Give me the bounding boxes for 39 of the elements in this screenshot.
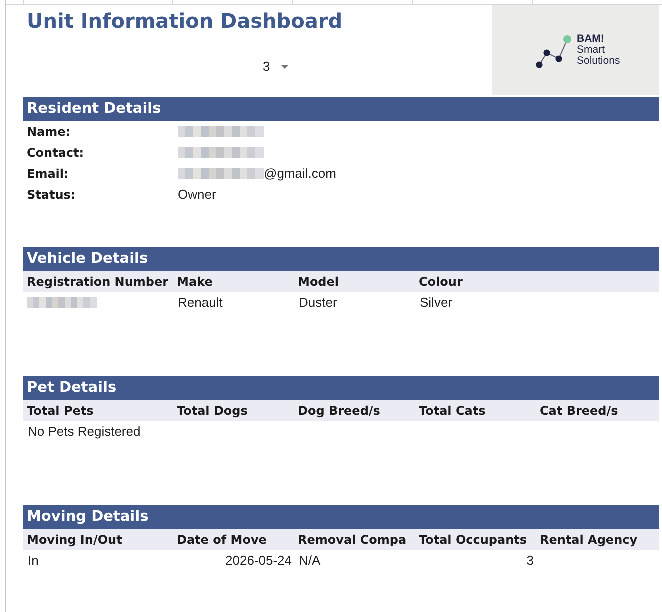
field-label: Status: xyxy=(26,186,77,202)
unit-dropdown[interactable]: 3 xyxy=(259,57,294,76)
column-header: Total Cats xyxy=(418,402,487,418)
field-value: Owner xyxy=(178,186,216,202)
column-header: Registration Number xyxy=(26,274,170,290)
column-header: Dog Breed/s xyxy=(297,402,382,418)
field-label: Email: xyxy=(26,166,70,182)
brand-tagline: Smart Solutions xyxy=(577,44,620,66)
table-cell-text: 2026-05-24 xyxy=(224,552,293,568)
field-value: @gmail.com xyxy=(264,166,336,182)
section-header: Pet Details xyxy=(23,376,659,400)
field-label: Name: xyxy=(26,124,72,140)
column-header: Cat Breed/s xyxy=(539,402,620,418)
column-header: Removal Compa xyxy=(297,532,408,548)
column-header: Total Occupants xyxy=(418,532,528,548)
table-cell-text: Renault xyxy=(177,294,224,310)
field-label: Contact: xyxy=(26,144,86,160)
column-header: Total Dogs xyxy=(176,402,249,418)
redacted-text-placeholder xyxy=(27,297,97,308)
table-cell-text: 3 xyxy=(526,552,535,568)
dashboard-title: Unit Information Dashboard xyxy=(26,8,343,35)
brand-name: BAM! xyxy=(577,34,606,44)
line-chart-logo-icon xyxy=(536,35,572,69)
table-cell-text: Duster xyxy=(298,294,338,310)
table-cell-text: In xyxy=(27,552,40,568)
table-cell-text: Silver xyxy=(419,294,454,310)
section-header: Vehicle Details xyxy=(23,247,659,271)
column-header: Rental Agency xyxy=(539,532,639,548)
column-header: Date of Move xyxy=(176,532,268,548)
column-header: Make xyxy=(176,274,214,290)
column-header: Model xyxy=(297,274,340,290)
section-header: Moving Details xyxy=(23,505,659,529)
table-cell-text: N/A xyxy=(298,552,322,568)
column-header: Moving In/Out xyxy=(26,532,124,548)
column-header: Colour xyxy=(418,274,464,290)
table-cell-text: No Pets Registered xyxy=(27,424,142,440)
section-header: Resident Details xyxy=(23,97,659,121)
column-header: Total Pets xyxy=(26,402,95,418)
caret-icon xyxy=(281,64,290,68)
